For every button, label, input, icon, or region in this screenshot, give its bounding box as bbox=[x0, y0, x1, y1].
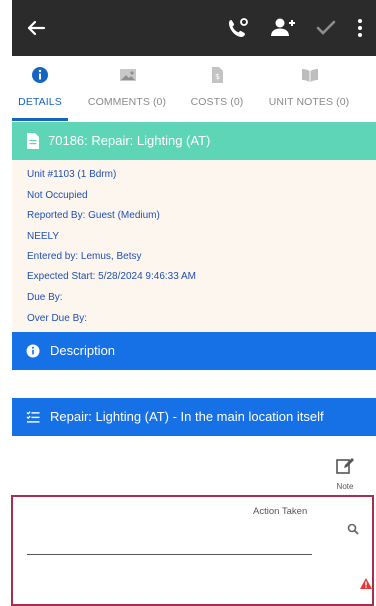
tab-label: COSTS (0) bbox=[190, 96, 244, 108]
detail-occupancy: Not Occupied bbox=[27, 190, 88, 201]
tab-comments[interactable]: COMMENTS (0) bbox=[82, 56, 172, 122]
description-body bbox=[12, 370, 376, 398]
work-order-details: Unit #1103 (1 Bdrm) Not Occupied Reporte… bbox=[12, 160, 376, 332]
detail-unit: Unit #1103 (1 Bdrm) bbox=[27, 169, 117, 180]
description-header[interactable]: Description bbox=[12, 332, 376, 370]
invoice-icon: $ bbox=[208, 66, 226, 84]
info-icon bbox=[26, 344, 40, 363]
detail-entered-by: Entered by: Lemus, Betsy bbox=[27, 251, 142, 262]
check-icon[interactable] bbox=[312, 14, 340, 42]
tab-label: COMMENTS (0) bbox=[87, 96, 167, 108]
tab-unit-notes[interactable]: UNIT NOTES (0) bbox=[260, 56, 358, 122]
add-user-icon[interactable] bbox=[268, 14, 296, 42]
task-header[interactable]: Repair: Lighting (AT) - In the main loca… bbox=[12, 398, 376, 436]
tab-indicator bbox=[12, 118, 68, 121]
tab-costs[interactable]: $ COSTS (0) bbox=[182, 56, 252, 122]
detail-overdue-by: Over Due By: bbox=[27, 313, 88, 324]
detail-reported-by: Reported By: Guest (Medium) bbox=[27, 210, 160, 221]
info-icon bbox=[31, 66, 49, 84]
tab-bar: DETAILS COMMENTS (0) $ COSTS (0) UNIT NO… bbox=[12, 56, 376, 122]
description-title: Description bbox=[50, 343, 116, 358]
document-icon bbox=[26, 133, 40, 154]
app-frame: DETAILS COMMENTS (0) $ COSTS (0) UNIT NO… bbox=[0, 0, 376, 606]
detail-due-by: Due By: bbox=[27, 292, 63, 303]
more-options-icon[interactable] bbox=[352, 14, 368, 42]
detail-expected-start: Expected Start: 5/28/2024 9:46:33 AM bbox=[27, 271, 197, 282]
tab-label: UNIT NOTES (0) bbox=[268, 96, 350, 108]
task-body bbox=[12, 436, 376, 495]
work-order-title: 70186: Repair: Lighting (AT) bbox=[48, 133, 211, 148]
image-icon bbox=[118, 66, 136, 84]
action-taken-field[interactable]: Action Taken bbox=[11, 495, 374, 606]
tab-label: DETAILS bbox=[18, 96, 62, 108]
detail-reporter-name: NEELY bbox=[27, 231, 60, 242]
task-title: Repair: Lighting (AT) - In the main loca… bbox=[50, 409, 324, 424]
edit-icon bbox=[335, 458, 355, 479]
note-button[interactable]: Note bbox=[330, 457, 360, 491]
list-icon bbox=[26, 410, 40, 429]
action-taken-label: Action Taken bbox=[253, 506, 308, 517]
action-taken-input-line[interactable] bbox=[27, 554, 312, 555]
app-bar bbox=[12, 0, 376, 56]
work-order-header: 70186: Repair: Lighting (AT) bbox=[12, 122, 376, 160]
book-icon bbox=[300, 66, 318, 84]
search-icon[interactable] bbox=[347, 522, 359, 535]
back-arrow-icon[interactable] bbox=[22, 14, 50, 42]
svg-text:$: $ bbox=[215, 72, 220, 81]
note-button-label: Note bbox=[336, 482, 354, 491]
call-icon[interactable] bbox=[224, 14, 252, 42]
tab-details[interactable]: DETAILS bbox=[12, 56, 68, 122]
warning-icon bbox=[359, 577, 373, 591]
